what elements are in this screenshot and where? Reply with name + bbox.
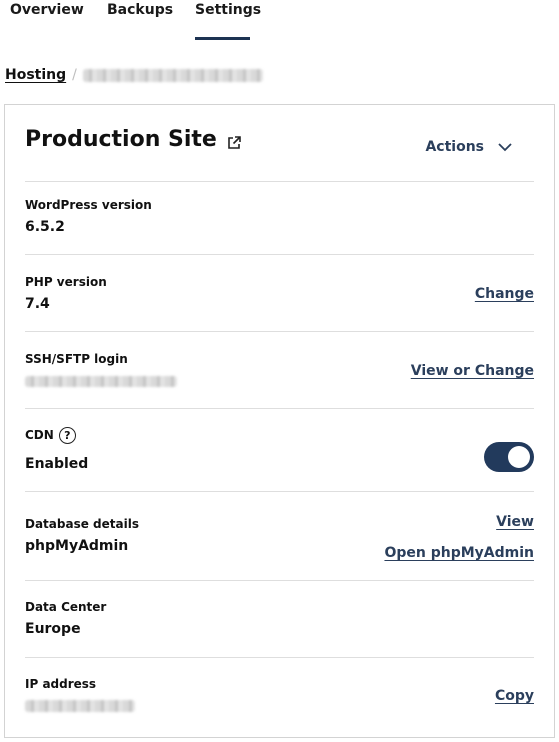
actions-dropdown[interactable]: Actions	[425, 139, 512, 155]
cdn-status-value: Enabled	[25, 456, 89, 472]
actions-label: Actions	[425, 139, 484, 155]
breadcrumb-separator: /	[72, 67, 77, 83]
ip-address-value-redacted	[25, 700, 135, 712]
database-details-label: Database details	[25, 517, 139, 531]
breadcrumb-hosting-link[interactable]: Hosting	[5, 67, 66, 83]
cdn-row: CDN? Enabled	[25, 408, 534, 492]
ip-address-label: IP address	[25, 677, 97, 691]
wordpress-version-value: 6.5.2	[25, 219, 65, 235]
site-title: Production Site	[25, 127, 217, 152]
data-center-row: Data Center Europe	[25, 580, 534, 658]
toggle-knob	[508, 446, 530, 468]
tab-bar: Overview Backups Settings	[0, 0, 559, 42]
cdn-toggle[interactable]	[484, 442, 534, 472]
tab-overview[interactable]: Overview	[10, 2, 84, 18]
data-center-label: Data Center	[25, 600, 107, 614]
tab-backups[interactable]: Backups	[107, 2, 173, 18]
ssh-view-change-link[interactable]: View or Change	[411, 363, 534, 379]
ssh-login-value-redacted	[25, 376, 177, 387]
cdn-label-group: CDN?	[25, 427, 76, 444]
card-header: Production Site	[25, 127, 241, 152]
wordpress-version-row: WordPress version 6.5.2	[25, 181, 534, 255]
database-details-value: phpMyAdmin	[25, 538, 129, 554]
chevron-down-icon	[498, 143, 512, 152]
external-link-icon[interactable]	[227, 135, 241, 150]
tab-settings[interactable]: Settings	[195, 2, 261, 18]
ssh-login-label: SSH/SFTP login	[25, 352, 128, 366]
ssh-login-row: SSH/SFTP login View or Change	[25, 331, 534, 409]
breadcrumb-current-site-redacted	[82, 68, 263, 82]
cdn-label: CDN	[25, 428, 54, 442]
copy-ip-link[interactable]: Copy	[495, 688, 534, 704]
ip-address-row: IP address Copy	[25, 657, 534, 738]
php-version-label: PHP version	[25, 275, 107, 289]
wordpress-version-label: WordPress version	[25, 198, 152, 212]
data-center-value: Europe	[25, 621, 81, 637]
database-view-link[interactable]: View	[496, 514, 534, 530]
php-version-value: 7.4	[25, 296, 50, 312]
active-tab-indicator	[195, 37, 250, 40]
open-phpmyadmin-link[interactable]: Open phpMyAdmin	[384, 545, 534, 561]
database-details-row: Database details phpMyAdmin View Open ph…	[25, 491, 534, 581]
breadcrumb: Hosting /	[5, 67, 263, 83]
php-version-row: PHP version 7.4 Change	[25, 254, 534, 332]
site-settings-card: Production Site Actions WordPress versio…	[4, 104, 555, 738]
question-circle-icon[interactable]: ?	[58, 427, 76, 444]
php-change-link[interactable]: Change	[475, 286, 534, 302]
